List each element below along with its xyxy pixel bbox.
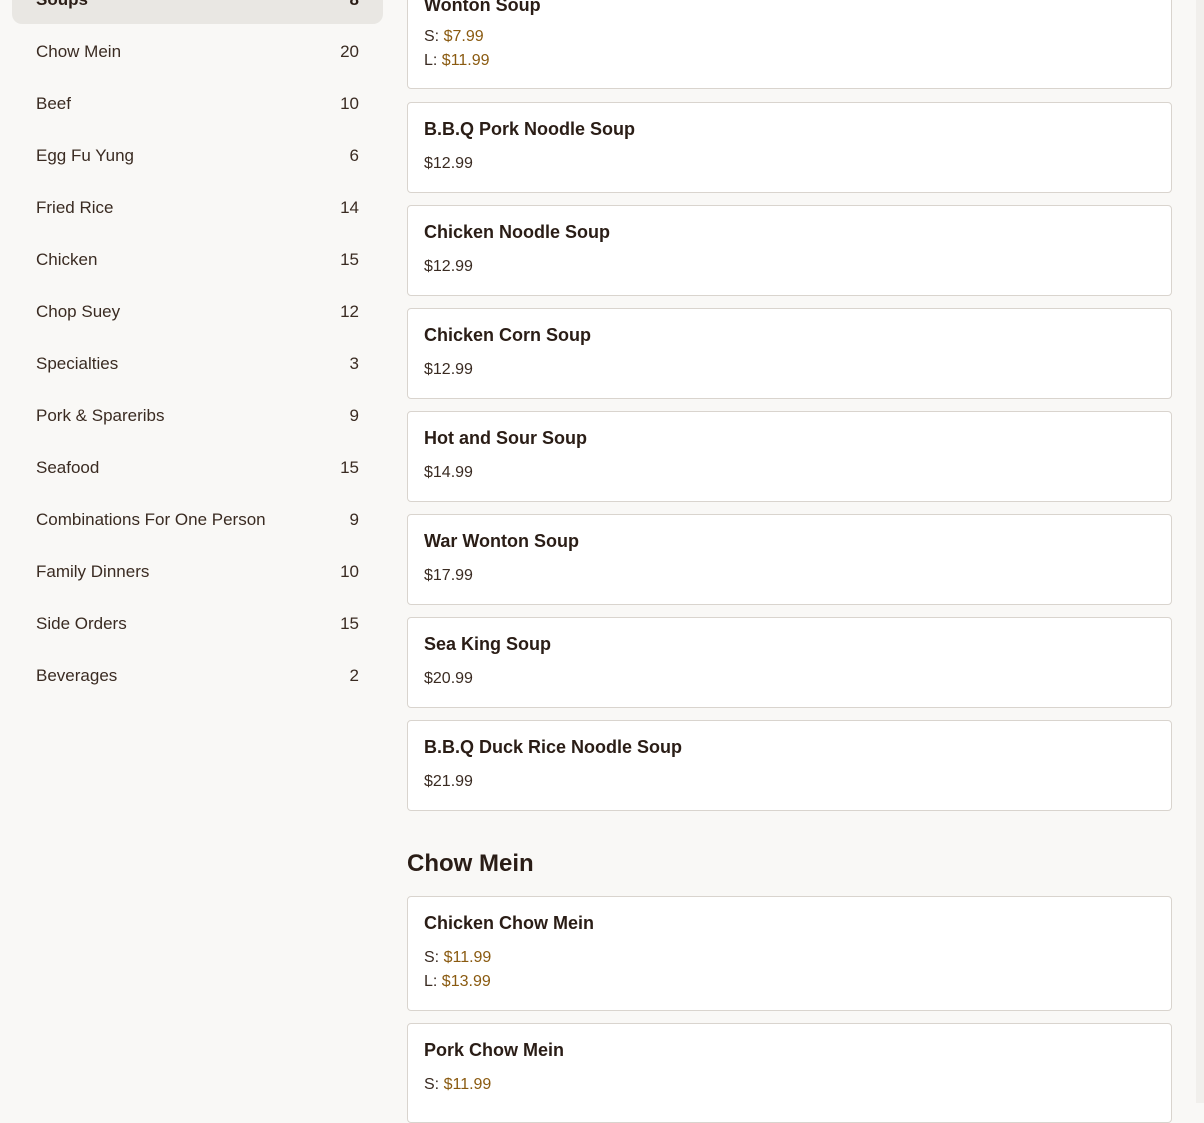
category-label: Side Orders	[36, 614, 127, 633]
category-specialties[interactable]: Specialties 3	[12, 340, 383, 388]
category-beef[interactable]: Beef 10	[12, 80, 383, 128]
menu-item-name: Pork Chow Mein	[424, 1040, 565, 1060]
menu-item-card[interactable]: B.B.Q Duck Rice Noodle Soup $21.99	[407, 720, 1172, 811]
category-count: 10	[340, 562, 359, 581]
price-value: $7.99	[443, 28, 484, 45]
price-value: $11.99	[443, 949, 492, 966]
category-count: 9	[349, 406, 359, 425]
price-value: $11.99	[443, 1076, 492, 1093]
category-count: 12	[340, 302, 359, 321]
category-label: Pork & Spareribs	[36, 406, 165, 425]
menu-item-card[interactable]: Chicken Corn Soup $12.99	[407, 308, 1172, 399]
section-title-chow-mein: Chow Mein	[407, 850, 534, 877]
category-count: 15	[340, 614, 359, 633]
category-label: Beverages	[36, 666, 118, 685]
menu-item-name: Hot and Sour Soup	[424, 428, 587, 448]
menu-item-price-large: L: $13.99	[424, 973, 491, 991]
menu-item-card[interactable]: Sea King Soup $20.99	[407, 617, 1172, 708]
menu-item-price: $17.99	[424, 567, 473, 584]
category-label: Combinations For One Person	[36, 510, 266, 529]
menu-item-price: $12.99	[424, 155, 473, 172]
category-label: Seafood	[36, 458, 100, 477]
size-label: S:	[424, 949, 440, 966]
category-fried-rice[interactable]: Fried Rice 14	[12, 184, 383, 232]
category-count: 15	[340, 250, 359, 269]
category-chow-mein[interactable]: Chow Mein 20	[12, 28, 383, 76]
category-label: Chop Suey	[36, 302, 121, 321]
category-combinations[interactable]: Combinations For One Person 9	[12, 496, 383, 544]
category-chicken[interactable]: Chicken 15	[12, 236, 383, 284]
menu-item-card[interactable]: B.B.Q Pork Noodle Soup $12.99	[407, 102, 1172, 193]
category-count: 8	[350, 0, 359, 10]
category-count: 14	[340, 198, 359, 217]
menu-item-card[interactable]: Pork Chow Mein S: $11.99	[407, 1023, 1172, 1123]
category-side-orders[interactable]: Side Orders 15	[12, 600, 383, 648]
menu-item-name: Chicken Noodle Soup	[424, 222, 611, 242]
menu-item-price-large: L: $11.99	[424, 52, 490, 70]
menu-item-card[interactable]: War Wonton Soup $17.99	[407, 514, 1172, 605]
menu-item-name: War Wonton Soup	[424, 531, 579, 551]
size-label: L:	[424, 52, 438, 69]
category-label: Chicken	[36, 250, 98, 269]
menu-item-name: Wonton Soup	[424, 0, 541, 15]
menu-item-name: Chicken Corn Soup	[424, 325, 592, 345]
category-label: Fried Rice	[36, 198, 114, 217]
category-count: 6	[349, 146, 359, 165]
category-label: Soups	[36, 0, 88, 10]
category-label: Specialties	[36, 354, 119, 373]
menu-item-card[interactable]: Hot and Sour Soup $14.99	[407, 411, 1172, 502]
menu-item-price: $14.99	[424, 464, 473, 481]
menu-item-name: B.B.Q Duck Rice Noodle Soup	[424, 737, 683, 757]
category-egg-fu-yung[interactable]: Egg Fu Yung 6	[12, 132, 383, 180]
menu-item-name: Sea King Soup	[424, 634, 552, 654]
category-count: 2	[349, 666, 359, 685]
category-soups[interactable]: Soups 8	[12, 0, 383, 24]
category-label: Chow Mein	[36, 42, 122, 61]
menu-item-price-small: S: $11.99	[424, 949, 491, 967]
category-count: 9	[349, 510, 359, 529]
menu-item-price-small: S: $7.99	[424, 28, 484, 46]
category-pork-spareribs[interactable]: Pork & Spareribs 9	[12, 392, 383, 440]
size-label: S:	[424, 1076, 440, 1093]
category-label: Family Dinners	[36, 562, 150, 581]
menu-item-card[interactable]: Wonton Soup S: $7.99 L: $11.99	[407, 0, 1172, 89]
size-label: L:	[424, 973, 438, 990]
price-value: $13.99	[441, 973, 491, 990]
category-count: 20	[340, 42, 359, 61]
size-label: S:	[424, 28, 440, 45]
category-seafood[interactable]: Seafood 15	[12, 444, 383, 492]
category-family-dinners[interactable]: Family Dinners 10	[12, 548, 383, 596]
menu-item-price-small: S: $11.99	[424, 1076, 491, 1094]
category-count: 10	[340, 94, 359, 113]
category-chop-suey[interactable]: Chop Suey 12	[12, 288, 383, 336]
scrollbar-track[interactable]	[1196, 0, 1204, 1103]
category-label: Egg Fu Yung	[36, 146, 134, 165]
menu-item-card[interactable]: Chicken Noodle Soup $12.99	[407, 205, 1172, 296]
menu-item-name: B.B.Q Pork Noodle Soup	[424, 119, 636, 139]
category-label: Beef	[36, 94, 71, 113]
category-beverages[interactable]: Beverages 2	[12, 652, 383, 700]
menu-item-card[interactable]: Chicken Chow Mein S: $11.99 L: $13.99	[407, 896, 1172, 1011]
menu-item-name: Chicken Chow Mein	[424, 913, 595, 933]
category-count: 15	[340, 458, 359, 477]
menu-item-price: $12.99	[424, 361, 473, 378]
menu-item-price: $21.99	[424, 773, 473, 790]
price-value: $11.99	[441, 52, 490, 69]
menu-item-price: $20.99	[424, 670, 473, 687]
menu-item-price: $12.99	[424, 258, 473, 275]
category-count: 3	[349, 354, 359, 373]
